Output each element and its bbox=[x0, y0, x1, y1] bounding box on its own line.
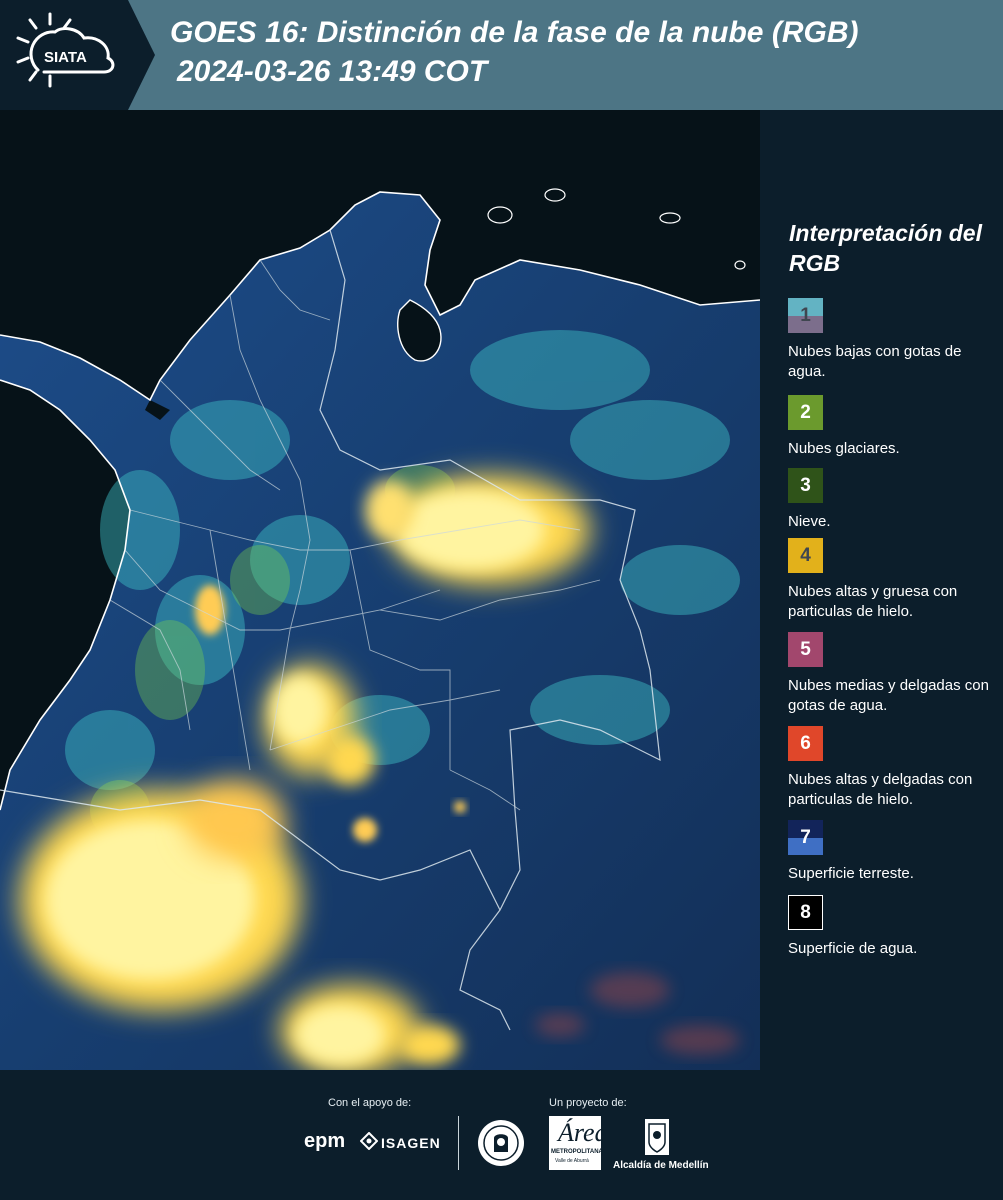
legend-swatch-1: 1 bbox=[788, 298, 823, 333]
legend-number-7: 7 bbox=[800, 826, 811, 848]
footer: Con el apoyo de: Un proyecto de: epm ISA… bbox=[0, 1070, 1003, 1200]
legend-item-8: 8 Superficie de agua. bbox=[788, 895, 1000, 959]
legend-swatch-4: 4 bbox=[788, 538, 823, 573]
legend-swatch-7: 7 bbox=[788, 820, 823, 855]
legend-desc-6: Nubes altas y delgadas con particulas de… bbox=[788, 771, 973, 808]
legend-item-6: 6 Nubes altas y delgadas con particulas … bbox=[788, 726, 1000, 810]
legend-desc-4: Nubes altas y gruesa con particulas de h… bbox=[788, 583, 958, 620]
legend-desc-5: Nubes medias y delgadas con gotas de agu… bbox=[788, 677, 989, 714]
legend-desc-2: Nubes glaciares. bbox=[788, 440, 900, 457]
alcaldia-label: Alcaldía de Medellín bbox=[613, 1160, 709, 1171]
legend-title: Interpretación del RGB bbox=[789, 220, 982, 276]
page-title: GOES 16: Distinción de la fase de la nub… bbox=[170, 16, 859, 49]
legend-swatch-5: 5 bbox=[788, 632, 823, 667]
logo-text: SIATA bbox=[44, 49, 87, 66]
legend-item-5: 5 Nubes medias y delgadas con gotas de a… bbox=[788, 632, 1000, 716]
isagen-logo: ISAGEN bbox=[381, 1135, 441, 1151]
legend-panel: Interpretación del RGB 1 Nubes bajas con… bbox=[760, 110, 1003, 1070]
header-bar: SIATA GOES 16: Distinción de la fase de … bbox=[0, 0, 1003, 110]
legend-number-2: 2 bbox=[800, 401, 811, 423]
epm-logo: epm bbox=[304, 1130, 346, 1152]
area-logo-sub: METROPOLITANA bbox=[551, 1149, 603, 1155]
legend-item-3: 3 Nieve. bbox=[788, 468, 1000, 532]
legend-item-4: 4 Nubes altas y gruesa con particulas de… bbox=[788, 538, 1000, 622]
legend-desc-8: Superficie de agua. bbox=[788, 940, 918, 957]
antioquia-seal-icon bbox=[478, 1120, 524, 1166]
area-logo-sub2: Valle de Aburrá bbox=[555, 1158, 589, 1164]
legend-desc-1: Nubes bajas con gotas de agua. bbox=[788, 343, 962, 380]
project-label: Un proyecto de: bbox=[549, 1097, 627, 1109]
area-logo-mark: Área bbox=[558, 1118, 608, 1147]
satellite-map bbox=[0, 110, 760, 1070]
support-label: Con el apoyo de: bbox=[328, 1097, 412, 1109]
legend-swatch-8: 8 bbox=[788, 895, 823, 930]
legend-item-1: 1 Nubes bajas con gotas de agua. bbox=[788, 298, 1000, 382]
legend-number-1: 1 bbox=[800, 304, 811, 326]
legend-number-8: 8 bbox=[800, 901, 811, 923]
isagen-mark-icon bbox=[360, 1132, 378, 1150]
legend-desc-7: Superficie terreste. bbox=[788, 865, 914, 882]
footer-divider bbox=[458, 1116, 459, 1170]
area-metropolitana-logo: Área METROPOLITANA Valle de Aburrá bbox=[549, 1116, 608, 1170]
legend-swatch-3: 3 bbox=[788, 468, 823, 503]
legend-number-4: 4 bbox=[800, 544, 811, 566]
legend-item-7: 7 Superficie terreste. bbox=[788, 820, 1000, 884]
timestamp-title: 2024-03-26 13:49 COT bbox=[177, 55, 488, 88]
legend-number-5: 5 bbox=[800, 638, 811, 660]
legend-number-3: 3 bbox=[800, 474, 811, 496]
legend-item-2: 2 Nubes glaciares. bbox=[788, 395, 1000, 459]
legend-desc-3: Nieve. bbox=[788, 513, 831, 530]
medellin-crest-icon bbox=[645, 1119, 669, 1155]
legend-number-6: 6 bbox=[800, 732, 811, 754]
siata-logo-badge: SIATA bbox=[0, 0, 155, 110]
legend-swatch-6: 6 bbox=[788, 726, 823, 761]
legend-swatch-2: 2 bbox=[788, 395, 823, 430]
